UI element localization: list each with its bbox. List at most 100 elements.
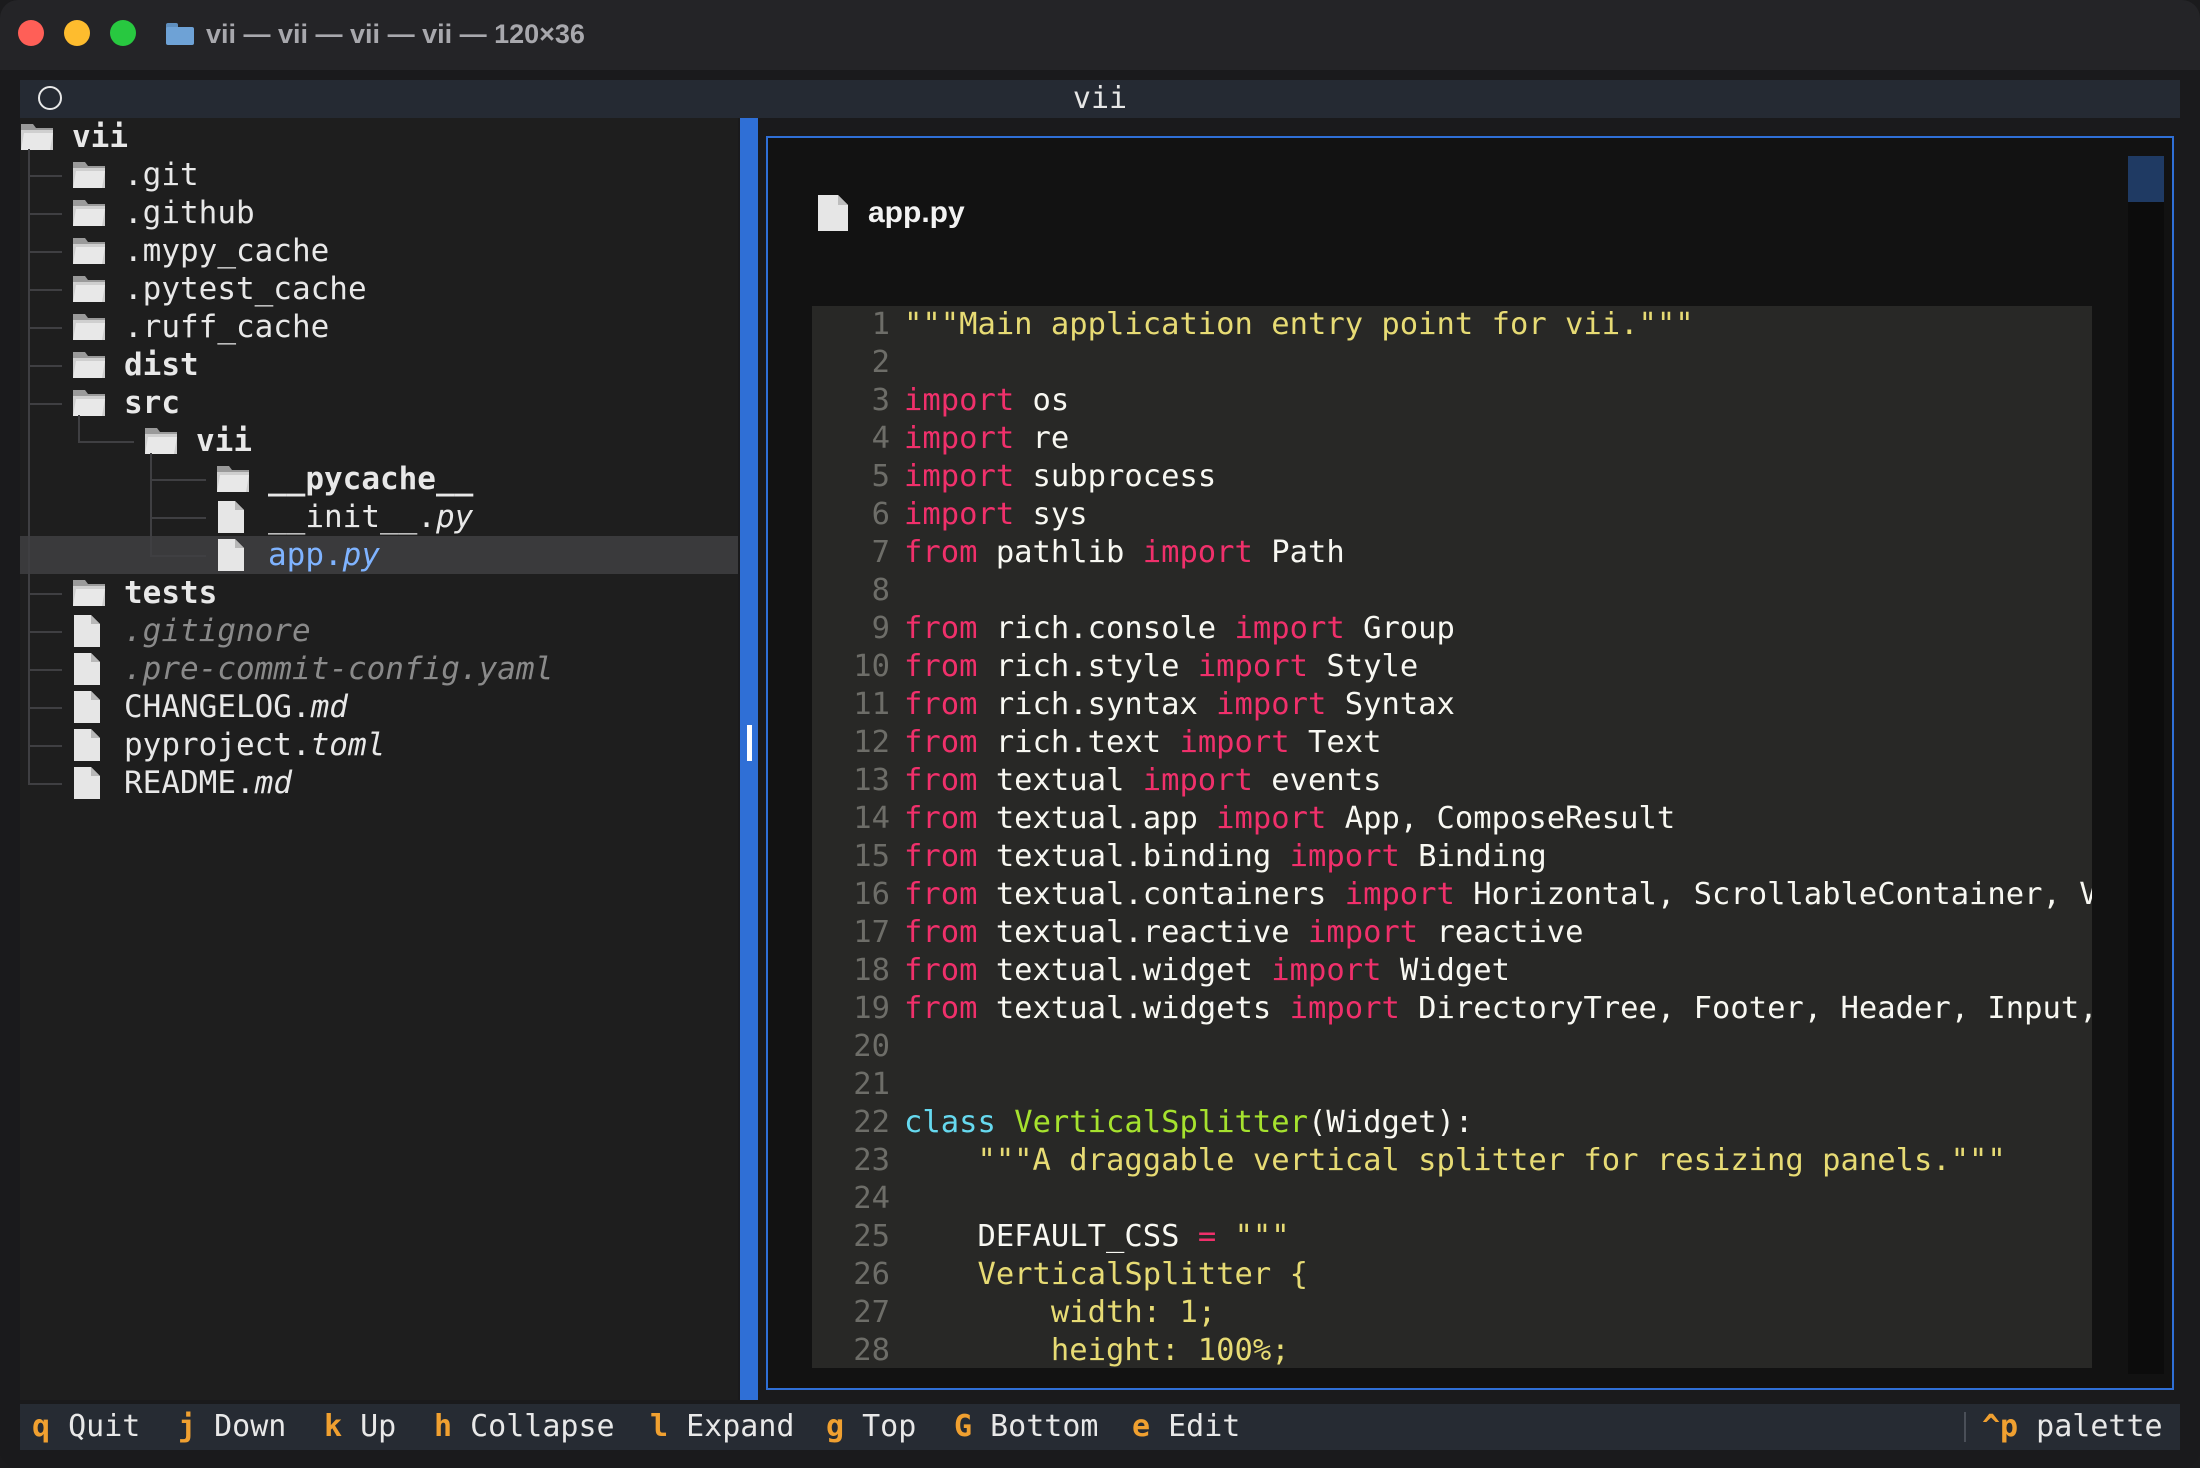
- line-number: 27: [853, 1295, 890, 1330]
- tree-item-label: .mypy_cache: [124, 233, 330, 269]
- tree-guide: [28, 175, 62, 177]
- tree-folder-item[interactable]: tests: [20, 574, 738, 612]
- tree-guide: [150, 452, 152, 555]
- preview-scrollbar-thumb[interactable]: [2128, 156, 2164, 202]
- tree-guide: [28, 148, 30, 783]
- tree-file-item[interactable]: .gitignore: [20, 612, 738, 650]
- folder-icon: [72, 272, 106, 304]
- folder-icon: [72, 310, 106, 342]
- line-number: 14: [853, 801, 890, 836]
- splitter-grip[interactable]: [747, 725, 752, 761]
- directory-tree[interactable]: vii .git .github .mypy_cache .pytest_cache .r…: [20, 118, 738, 1400]
- tree-item-label: .git: [124, 157, 199, 193]
- tree-folder-item[interactable]: __pycache__: [20, 460, 738, 498]
- tree-file-item[interactable]: pyproject.toml: [20, 726, 738, 764]
- code-line: 6 import sys: [812, 496, 2092, 534]
- line-number: 13: [853, 763, 890, 798]
- tree-item-label: .ruff_cache: [124, 309, 330, 345]
- line-number: 28: [853, 1333, 890, 1368]
- line-number: 25: [853, 1219, 890, 1254]
- footer-binding-quit[interactable]: q Quit: [32, 1404, 140, 1450]
- folder-icon: [72, 576, 106, 608]
- code-line: 19 from textual.widgets import DirectoryT…: [812, 990, 2092, 1028]
- footer-binding-down[interactable]: j Down: [178, 1404, 286, 1450]
- code-line: 26 VerticalSplitter {: [812, 1256, 2092, 1294]
- line-number: 22: [853, 1105, 890, 1140]
- tree-item-label: dist: [124, 347, 199, 383]
- footer-binding-collapse[interactable]: h Collapse: [434, 1404, 615, 1450]
- terminal-window: vii — vii — vii — vii — 120×36 vii vii .g…: [0, 0, 2200, 1468]
- tree-item-label: CHANGELOG.md: [124, 689, 348, 725]
- folder-icon: [72, 234, 106, 266]
- tree-file-item[interactable]: README.md: [20, 764, 738, 802]
- preview-scrollbar[interactable]: [2128, 156, 2164, 1374]
- file-preview-panel[interactable]: app.py 1 """Main application entry point …: [766, 136, 2174, 1390]
- file-icon: [72, 728, 106, 761]
- line-number: 18: [853, 953, 890, 988]
- tree-folder-item[interactable]: .mypy_cache: [20, 232, 738, 270]
- tree-folder-item[interactable]: dist: [20, 346, 738, 384]
- tree-file-item[interactable]: app.py: [20, 536, 738, 574]
- folder-icon: [72, 348, 106, 380]
- preview-filename: app.py: [868, 196, 965, 229]
- code-view[interactable]: 1 """Main application entry point for vii…: [812, 306, 2092, 1368]
- line-number: 17: [853, 915, 890, 950]
- footer-binding-edit[interactable]: e Edit: [1132, 1404, 1240, 1450]
- tree-item-label: __pycache__: [268, 461, 474, 497]
- tree-folder-item[interactable]: .git: [20, 156, 738, 194]
- tree-folder-item[interactable]: .github: [20, 194, 738, 232]
- code-line: 16 from textual.containers import Horizon…: [812, 876, 2092, 914]
- line-number: 20: [853, 1029, 890, 1064]
- zoom-window-button[interactable]: [110, 20, 136, 46]
- file-icon: [216, 500, 250, 533]
- code-line: 17 from textual.reactive import reactive: [812, 914, 2092, 952]
- tree-guide: [28, 631, 62, 633]
- file-icon: [72, 766, 106, 799]
- tree-folder-item[interactable]: .ruff_cache: [20, 308, 738, 346]
- tree-item-label: tests: [124, 575, 218, 611]
- footer-binding-up[interactable]: k Up: [324, 1404, 396, 1450]
- tree-folder-item[interactable]: vii: [20, 422, 738, 460]
- tree-folder-item[interactable]: .pytest_cache: [20, 270, 738, 308]
- tree-file-item[interactable]: __init__.py: [20, 498, 738, 536]
- minimize-window-button[interactable]: [64, 20, 90, 46]
- close-window-button[interactable]: [18, 20, 44, 46]
- tree-guide: [150, 517, 206, 519]
- folder-icon: [166, 23, 194, 45]
- tree-file-item[interactable]: CHANGELOG.md: [20, 688, 738, 726]
- footer-command-palette[interactable]: ^p palette: [1982, 1404, 2163, 1450]
- tree-file-item[interactable]: .pre-commit-config.yaml: [20, 650, 738, 688]
- footer-binding-expand[interactable]: l Expand: [650, 1404, 795, 1450]
- tree-folder-item[interactable]: src: [20, 384, 738, 422]
- line-number: 10: [853, 649, 890, 684]
- tree-item-label: .pre-commit-config.yaml: [124, 651, 554, 687]
- file-icon: [216, 538, 250, 571]
- footer-separator: [1964, 1412, 1966, 1442]
- app-header: vii: [20, 80, 2180, 118]
- line-number: 6: [871, 497, 890, 532]
- tree-item-label: __init__.py: [268, 499, 474, 535]
- line-number: 23: [853, 1143, 890, 1178]
- window-title: vii — vii — vii — vii — 120×36: [206, 18, 585, 49]
- code-line: 21: [812, 1066, 2092, 1104]
- tree-guide: [28, 403, 62, 405]
- folder-icon: [72, 158, 106, 190]
- tree-item-label: app.py: [268, 537, 380, 573]
- line-number: 7: [871, 535, 890, 570]
- tree-guide: [28, 745, 62, 747]
- folder-icon: [72, 386, 106, 418]
- tree-guide: [78, 414, 80, 441]
- tree-item-label: vii: [72, 119, 128, 155]
- folder-icon: [216, 462, 250, 494]
- code-line: 15 from textual.binding import Binding: [812, 838, 2092, 876]
- tree-item-label: pyproject.toml: [124, 727, 386, 763]
- code-line: 5 import subprocess: [812, 458, 2092, 496]
- tree-folder-item[interactable]: vii: [20, 118, 738, 156]
- tree-guide: [28, 707, 62, 709]
- line-number: 26: [853, 1257, 890, 1292]
- line-number: 21: [853, 1067, 890, 1102]
- tree-item-label: src: [124, 385, 180, 421]
- line-number: 16: [853, 877, 890, 912]
- footer-binding-top[interactable]: g Top: [826, 1404, 916, 1450]
- footer-binding-bottom[interactable]: G Bottom: [954, 1404, 1099, 1450]
